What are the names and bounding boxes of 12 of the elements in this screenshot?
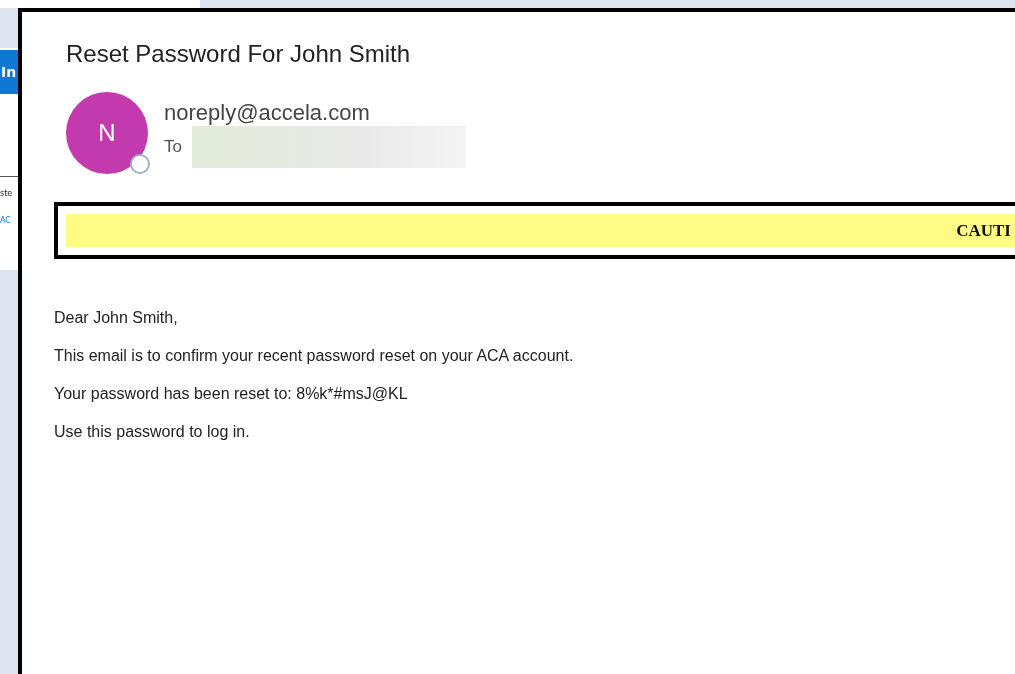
to-label: To (164, 137, 182, 157)
email-subject: Reset Password For John Smith (66, 40, 412, 68)
sender-avatar: N (66, 92, 148, 174)
email-paragraph: Your password has been reset to: 8%k*#msJ@KL (54, 385, 409, 403)
sign-in-button[interactable]: In (0, 50, 18, 94)
email-paragraph: Use this password to log in. (54, 423, 251, 441)
email-paragraph: Dear John Smith, (54, 309, 179, 327)
cut-link[interactable]: AC (0, 216, 18, 225)
caution-text: CAUTI (956, 220, 1012, 241)
email-paragraph: This email is to confirm your recent password reset on your ACA account. (54, 347, 575, 365)
sender-address: noreply@accela.com (164, 100, 371, 126)
cut-text: ste (0, 189, 14, 198)
